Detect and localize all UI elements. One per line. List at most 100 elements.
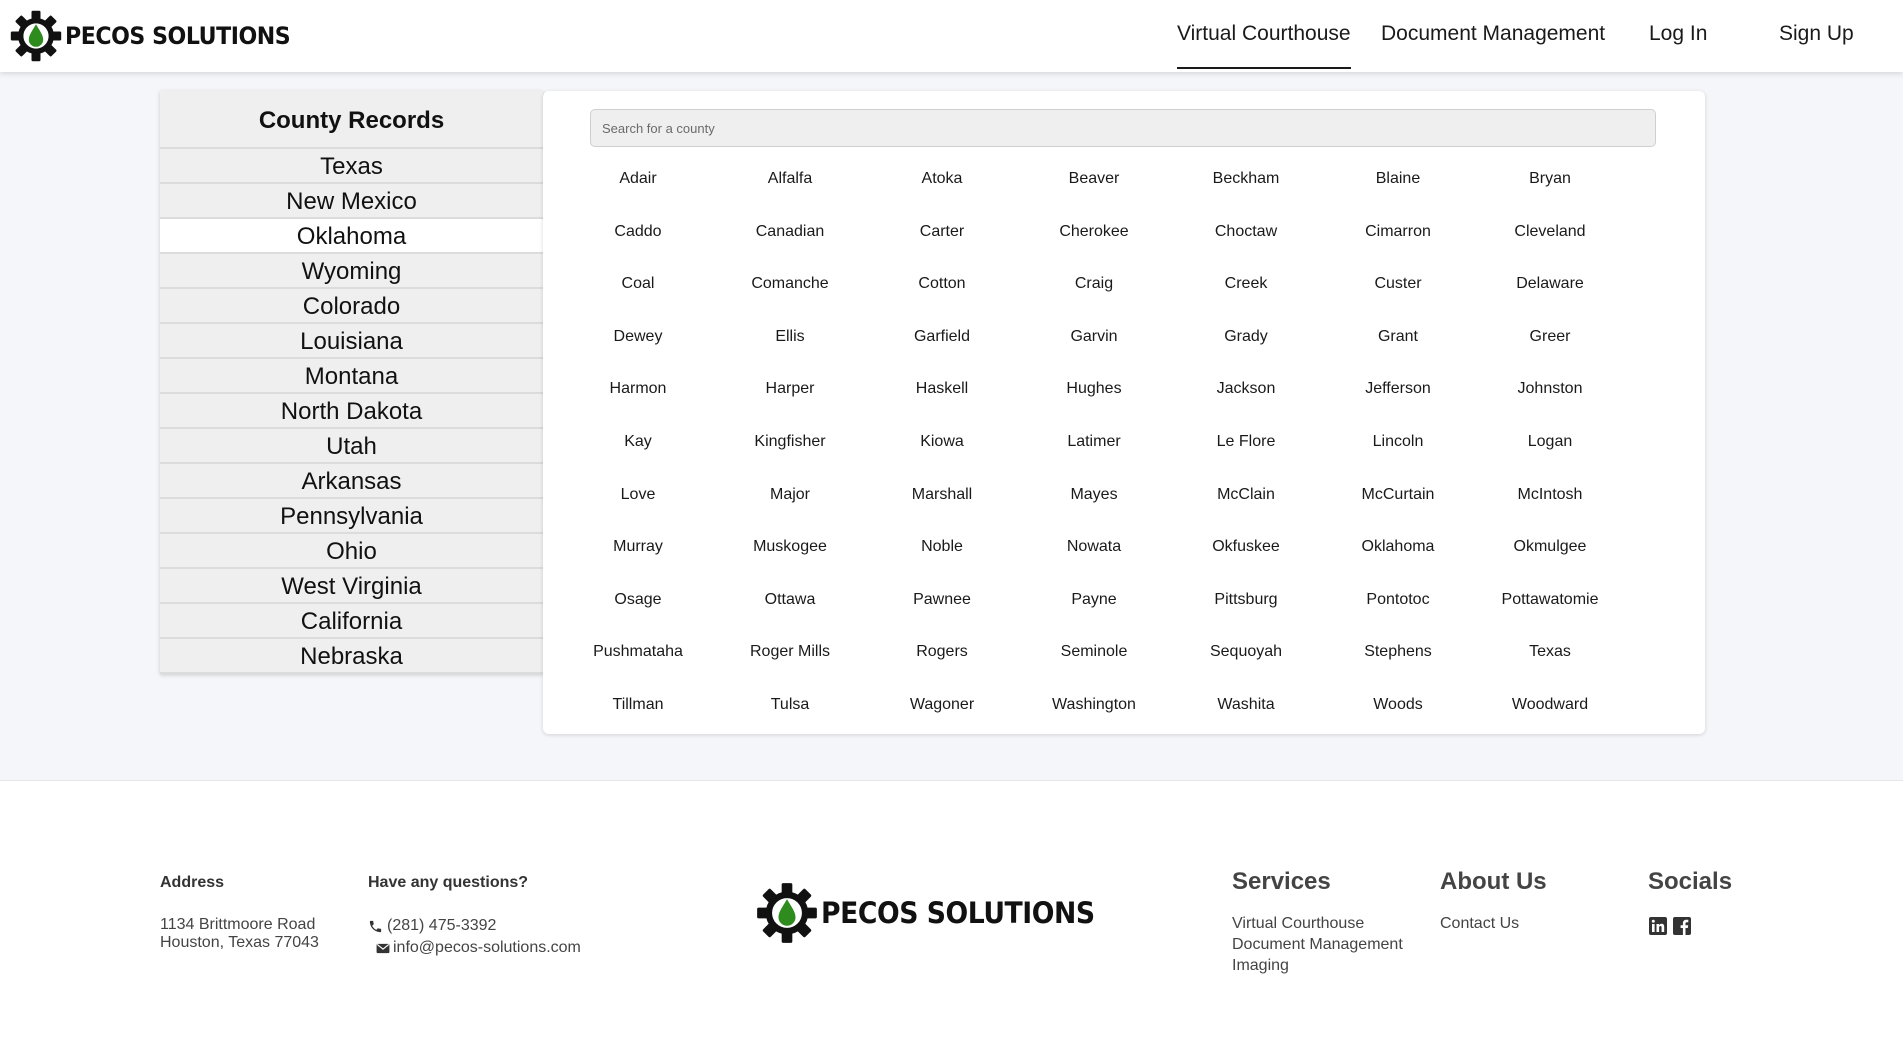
county-link[interactable]: Canadian bbox=[714, 212, 866, 265]
brand-logo[interactable]: PECOS SOLUTIONS bbox=[9, 9, 310, 63]
county-link[interactable]: Ellis bbox=[714, 317, 866, 370]
county-link[interactable]: Sequoyah bbox=[1170, 632, 1322, 685]
state-item-ohio[interactable]: Ohio bbox=[160, 534, 543, 569]
county-link[interactable]: Bryan bbox=[1474, 159, 1626, 212]
nav-sign-up[interactable]: Sign Up bbox=[1779, 22, 1854, 46]
county-link[interactable]: Washita bbox=[1170, 685, 1322, 738]
county-link[interactable]: Tulsa bbox=[714, 685, 866, 738]
service-link-document-management[interactable]: Document Management bbox=[1232, 934, 1403, 955]
state-item-montana[interactable]: Montana bbox=[160, 359, 543, 394]
county-link[interactable]: Jackson bbox=[1170, 369, 1322, 422]
county-link[interactable]: Tillman bbox=[562, 685, 714, 738]
county-link[interactable]: Texas bbox=[1474, 632, 1626, 685]
county-link[interactable]: Pushmataha bbox=[562, 632, 714, 685]
county-link[interactable]: Lincoln bbox=[1322, 422, 1474, 475]
footer-brand-logo[interactable]: PECOS SOLUTIONS bbox=[755, 881, 1118, 945]
county-link[interactable]: Creek bbox=[1170, 264, 1322, 317]
county-link[interactable]: Harper bbox=[714, 369, 866, 422]
county-link[interactable]: Okfuskee bbox=[1170, 527, 1322, 580]
county-link[interactable]: Stephens bbox=[1322, 632, 1474, 685]
county-link[interactable]: Dewey bbox=[562, 317, 714, 370]
county-link[interactable]: Ottawa bbox=[714, 580, 866, 633]
county-link[interactable]: Woodward bbox=[1474, 685, 1626, 738]
county-link[interactable]: Seminole bbox=[1018, 632, 1170, 685]
county-link[interactable]: Kiowa bbox=[866, 422, 1018, 475]
nav-document-management[interactable]: Document Management bbox=[1381, 22, 1605, 46]
phone-number[interactable]: (281) 475-3392 bbox=[387, 917, 496, 935]
state-item-colorado[interactable]: Colorado bbox=[160, 289, 543, 324]
county-link[interactable]: Comanche bbox=[714, 264, 866, 317]
county-link[interactable]: Pontotoc bbox=[1322, 580, 1474, 633]
county-link[interactable]: Le Flore bbox=[1170, 422, 1322, 475]
county-link[interactable]: McClain bbox=[1170, 475, 1322, 528]
county-link[interactable]: Custer bbox=[1322, 264, 1474, 317]
county-link[interactable]: Grady bbox=[1170, 317, 1322, 370]
state-item-north-dakota[interactable]: North Dakota bbox=[160, 394, 543, 429]
county-link[interactable]: Hughes bbox=[1018, 369, 1170, 422]
county-link[interactable]: Garvin bbox=[1018, 317, 1170, 370]
county-search-input[interactable] bbox=[590, 109, 1656, 147]
county-link[interactable]: Cherokee bbox=[1018, 212, 1170, 265]
county-link[interactable]: Mayes bbox=[1018, 475, 1170, 528]
linkedin-icon[interactable] bbox=[1649, 917, 1667, 935]
county-link[interactable]: Kingfisher bbox=[714, 422, 866, 475]
county-link[interactable]: Caddo bbox=[562, 212, 714, 265]
county-link[interactable]: Muskogee bbox=[714, 527, 866, 580]
county-link[interactable]: Logan bbox=[1474, 422, 1626, 475]
county-link[interactable]: McCurtain bbox=[1322, 475, 1474, 528]
county-link[interactable]: Johnston bbox=[1474, 369, 1626, 422]
county-link[interactable]: Blaine bbox=[1322, 159, 1474, 212]
county-link[interactable]: Oklahoma bbox=[1322, 527, 1474, 580]
county-link[interactable]: Delaware bbox=[1474, 264, 1626, 317]
state-item-nebraska[interactable]: Nebraska bbox=[160, 639, 543, 674]
state-item-oklahoma[interactable]: Oklahoma bbox=[160, 219, 543, 254]
state-item-louisiana[interactable]: Louisiana bbox=[160, 324, 543, 359]
state-item-west-virginia[interactable]: West Virginia bbox=[160, 569, 543, 604]
service-link-imaging[interactable]: Imaging bbox=[1232, 955, 1403, 976]
county-link[interactable]: Kay bbox=[562, 422, 714, 475]
county-link[interactable]: Haskell bbox=[866, 369, 1018, 422]
nav-log-in[interactable]: Log In bbox=[1649, 22, 1707, 46]
county-link[interactable]: Beckham bbox=[1170, 159, 1322, 212]
county-link[interactable]: Love bbox=[562, 475, 714, 528]
county-link[interactable]: Greer bbox=[1474, 317, 1626, 370]
state-item-utah[interactable]: Utah bbox=[160, 429, 543, 464]
county-link[interactable]: Pawnee bbox=[866, 580, 1018, 633]
county-link[interactable]: Craig bbox=[1018, 264, 1170, 317]
county-link[interactable]: Cleveland bbox=[1474, 212, 1626, 265]
county-link[interactable]: Beaver bbox=[1018, 159, 1170, 212]
county-link[interactable]: Alfalfa bbox=[714, 159, 866, 212]
county-link[interactable]: Okmulgee bbox=[1474, 527, 1626, 580]
state-item-pennsylvania[interactable]: Pennsylvania bbox=[160, 499, 543, 534]
county-link[interactable]: Wagoner bbox=[866, 685, 1018, 738]
county-link[interactable]: Marshall bbox=[866, 475, 1018, 528]
nav-virtual-courthouse[interactable]: Virtual Courthouse bbox=[1177, 22, 1351, 69]
state-item-new-mexico[interactable]: New Mexico bbox=[160, 184, 543, 219]
county-link[interactable]: Nowata bbox=[1018, 527, 1170, 580]
county-link[interactable]: Harmon bbox=[562, 369, 714, 422]
county-link[interactable]: McIntosh bbox=[1474, 475, 1626, 528]
county-link[interactable]: Roger Mills bbox=[714, 632, 866, 685]
county-link[interactable]: Rogers bbox=[866, 632, 1018, 685]
service-link-virtual-courthouse[interactable]: Virtual Courthouse bbox=[1232, 913, 1403, 934]
county-link[interactable]: Murray bbox=[562, 527, 714, 580]
county-link[interactable]: Cotton bbox=[866, 264, 1018, 317]
facebook-icon[interactable] bbox=[1673, 917, 1691, 935]
county-link[interactable]: Choctaw bbox=[1170, 212, 1322, 265]
county-link[interactable]: Carter bbox=[866, 212, 1018, 265]
state-item-california[interactable]: California bbox=[160, 604, 543, 639]
state-item-arkansas[interactable]: Arkansas bbox=[160, 464, 543, 499]
county-link[interactable]: Noble bbox=[866, 527, 1018, 580]
county-link[interactable]: Adair bbox=[562, 159, 714, 212]
county-link[interactable]: Cimarron bbox=[1322, 212, 1474, 265]
county-link[interactable]: Coal bbox=[562, 264, 714, 317]
county-link[interactable]: Jefferson bbox=[1322, 369, 1474, 422]
county-link[interactable]: Woods bbox=[1322, 685, 1474, 738]
county-link[interactable]: Pittsburg bbox=[1170, 580, 1322, 633]
county-link[interactable]: Latimer bbox=[1018, 422, 1170, 475]
county-link[interactable]: Payne bbox=[1018, 580, 1170, 633]
county-link[interactable]: Osage bbox=[562, 580, 714, 633]
county-link[interactable]: Atoka bbox=[866, 159, 1018, 212]
contact-us-link[interactable]: Contact Us bbox=[1440, 913, 1519, 934]
county-link[interactable]: Grant bbox=[1322, 317, 1474, 370]
